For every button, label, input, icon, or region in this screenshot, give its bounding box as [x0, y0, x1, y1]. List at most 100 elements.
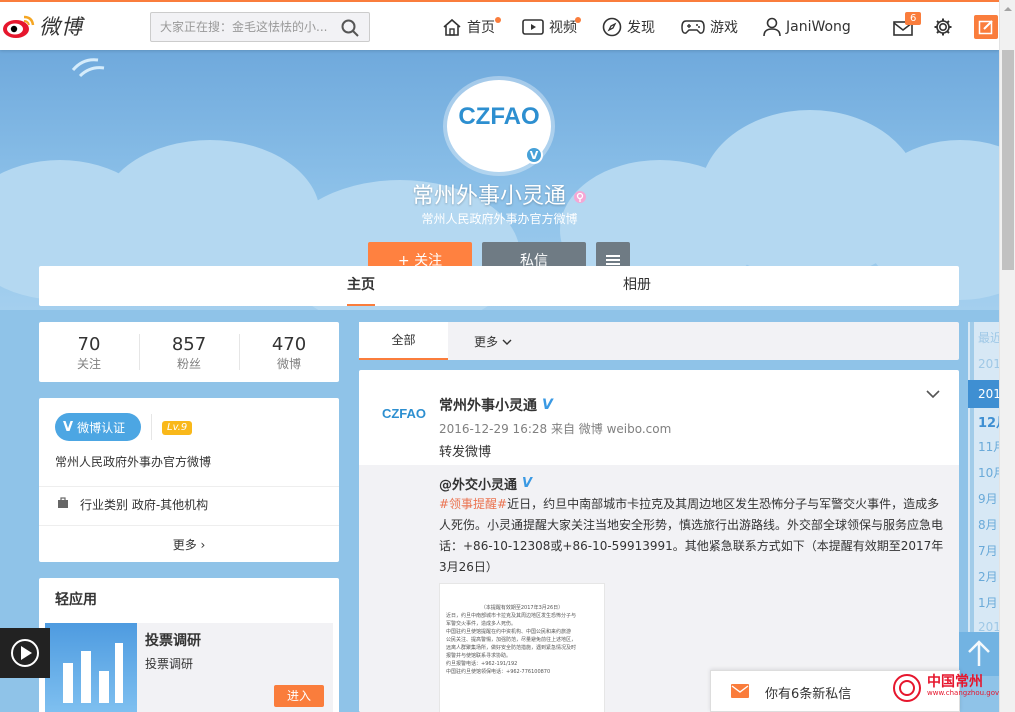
- filter-all[interactable]: 全部: [359, 322, 448, 360]
- tab-album[interactable]: 相册: [623, 266, 651, 306]
- image-line: 军警交火事件，造成多人死伤。: [446, 621, 517, 627]
- new-dot: [575, 17, 581, 23]
- timeline-item[interactable]: 7月: [978, 542, 998, 559]
- tab-home[interactable]: 主页: [347, 266, 375, 306]
- post-avatar-text: CZFAO: [382, 406, 426, 421]
- verified-v-icon: V: [522, 476, 533, 491]
- timeline-item[interactable]: 8月: [978, 516, 998, 533]
- filter-more[interactable]: 更多: [474, 333, 512, 350]
- timeline-item[interactable]: 9月: [978, 490, 998, 507]
- compose-button[interactable]: [974, 15, 998, 39]
- divider: [151, 414, 152, 440]
- stats-card: 70 关注 857 粉丝 470 微博: [39, 322, 339, 382]
- video-player-button[interactable]: [0, 628, 50, 678]
- profile-tabs: 主页 相册: [39, 266, 959, 306]
- repost-image[interactable]: （本提醒有效期至2017年3月26日） 近日，约旦中南部城市卡拉克及其周边地区发…: [439, 583, 605, 712]
- more-info-link[interactable]: 更多 ›: [39, 536, 339, 553]
- top-navbar: 微博 首页 视频 发现 游戏 JaniWong 6: [0, 0, 999, 50]
- nav-games-label: 游戏: [710, 20, 738, 36]
- verified-badge-icon: V: [525, 146, 543, 164]
- divider: [39, 486, 339, 487]
- timeline-item[interactable]: 1月: [978, 594, 998, 611]
- image-line: （本提醒有效期至2017年3月26日）: [480, 605, 564, 611]
- settings-button[interactable]: [933, 17, 953, 40]
- following-count: 70: [77, 334, 101, 355]
- czfao-logo: CZFAO: [458, 103, 539, 130]
- messages-button[interactable]: 6: [893, 12, 922, 38]
- repost-author-name[interactable]: @外交小灵通: [439, 474, 517, 493]
- nav-user-label: JaniWong: [786, 19, 851, 35]
- search-icon[interactable]: [341, 19, 359, 37]
- play-icon: [11, 639, 39, 667]
- site-watermark: 中国常州 www.changzhou.gov.cn: [892, 670, 1009, 712]
- industry-label: 行业类别: [80, 498, 129, 512]
- female-icon: [574, 191, 586, 203]
- timeline-item[interactable]: 2月: [978, 568, 998, 585]
- app-item[interactable]: 投票调研 投票调研 进入: [45, 623, 333, 712]
- edit-icon: [978, 20, 993, 35]
- year-timeline: 最近 201 201 12月 11月 10月 9月 8月 7月 2月 1月 20…: [968, 322, 1009, 634]
- timeline-active-year[interactable]: 201: [968, 380, 1001, 408]
- profile-name-text: 常州外事小灵通: [411, 184, 566, 209]
- stat-following[interactable]: 70 关注: [39, 322, 139, 372]
- image-line: 中国驻约旦使馆提醒在约中资机构、中国公民和来约旅游: [446, 629, 572, 635]
- industry-value: 政府-其他机构: [131, 498, 209, 512]
- industry-row: 行业类别 政府-其他机构: [80, 496, 208, 513]
- weibo-label: 微博: [276, 357, 301, 371]
- nav-home-label: 首页: [467, 20, 495, 36]
- chevron-down-icon[interactable]: [926, 390, 940, 399]
- scrollbar-thumb[interactable]: [1002, 50, 1014, 270]
- repost-text-block: #领事提醒#近日，约旦中南部城市卡拉克及其周边地区发生恐怖分子与军警交火事件，造…: [439, 494, 944, 578]
- user-icon: [763, 17, 781, 37]
- post-meta[interactable]: 2016-12-29 16:28 来自 微博 weibo.com: [439, 420, 671, 437]
- image-line: 近日，约旦中南部城市卡拉克及其周边地区发生恐怖分子与: [446, 613, 577, 619]
- apps-card: 轻应用 投票调研 投票调研 进入: [39, 578, 339, 712]
- image-line: 中国驻约旦使馆领保电话：+962-776100870: [446, 669, 551, 675]
- timeline-item[interactable]: 201: [978, 357, 1001, 371]
- level-badge[interactable]: Lv.9: [162, 421, 193, 435]
- bar-chart-icon: [63, 643, 123, 703]
- verify-badge-label: 微博认证: [77, 420, 126, 435]
- envelope-icon: [731, 684, 749, 698]
- post-author-name[interactable]: 常州外事小灵通: [439, 395, 537, 415]
- watermark-text: 中国常州: [927, 674, 983, 690]
- post-author-avatar[interactable]: CZFAO: [377, 396, 431, 430]
- weibo-count: 470: [271, 334, 307, 355]
- nav-discover-label: 发现: [627, 20, 655, 36]
- topic-tag-link[interactable]: #领事提醒#: [439, 497, 507, 511]
- image-line: 公民关注、提高警惕，加强防范，尽量避免前往上述地区，: [446, 637, 577, 643]
- scroll-up-arrow-icon[interactable]: [1000, 2, 1015, 16]
- weibo-verify-badge[interactable]: V 微博认证: [55, 413, 141, 441]
- nav-games[interactable]: 游戏: [681, 2, 738, 52]
- nav-user[interactable]: JaniWong: [763, 2, 851, 52]
- stat-weibo[interactable]: 470 微博: [239, 322, 339, 372]
- repost-author: @外交小灵通 V: [439, 474, 532, 493]
- czfao-logo: CZFAO: [382, 406, 426, 421]
- weibo-logo[interactable]: 微博: [2, 10, 83, 42]
- new-dot: [495, 17, 501, 23]
- weibo-post: CZFAO 常州外事小灵通 V 2016-12-29 16:28 来自 微博 w…: [359, 370, 959, 712]
- page-scrollbar[interactable]: [999, 0, 1015, 712]
- nav-discover[interactable]: 发现: [602, 2, 655, 52]
- app-name: 投票调研: [145, 633, 201, 649]
- image-line: 报警并与使馆联系寻求协助。: [446, 653, 512, 659]
- message-count-badge: 6: [905, 12, 922, 25]
- apps-title: 轻应用: [55, 592, 97, 608]
- watermark-url: www.changzhou.gov.cn: [927, 689, 1010, 697]
- followers-label: 粉丝: [176, 357, 201, 371]
- wind-icon: [71, 58, 105, 78]
- post-text: 转发微博: [439, 445, 492, 460]
- avatar-text: CZFAO: [458, 103, 539, 130]
- feed-filter-bar: 全部 更多: [359, 322, 959, 360]
- nav-home[interactable]: 首页: [442, 2, 501, 52]
- stat-followers[interactable]: 857 粉丝: [139, 322, 239, 372]
- verify-v-icon: V: [63, 419, 74, 435]
- search-input[interactable]: [151, 13, 331, 41]
- verify-text: 常州人民政府外事办官方微博: [55, 455, 212, 469]
- logo-text: 微博: [39, 15, 83, 39]
- gear-icon: [934, 18, 952, 36]
- enter-app-button[interactable]: 进入: [274, 685, 324, 707]
- following-label: 关注: [76, 357, 101, 371]
- nav-video[interactable]: 视频: [522, 2, 581, 52]
- new-message-text: 你有6条新私信: [765, 687, 852, 702]
